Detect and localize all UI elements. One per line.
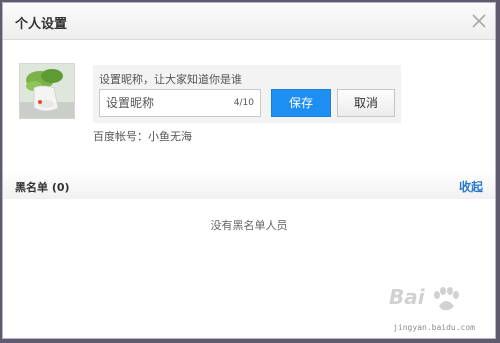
nickname-panel: 设置昵称，让大家知道你是谁 4/10 保存 取消 bbox=[93, 65, 401, 123]
account-value: 小鱼无海 bbox=[148, 130, 192, 143]
save-button[interactable]: 保存 bbox=[271, 89, 331, 117]
dialog-title: 个人设置 bbox=[15, 17, 68, 32]
blacklist-empty-message: 没有黑名单人员 bbox=[210, 219, 288, 232]
collapse-link[interactable]: 收起 bbox=[459, 178, 483, 195]
blacklist-title: 黑名单 (0) bbox=[15, 181, 70, 194]
nickname-hint: 设置昵称，让大家知道你是谁 bbox=[99, 73, 242, 86]
dialog-header: 个人设置 bbox=[3, 3, 495, 40]
cancel-button[interactable]: 取消 bbox=[337, 89, 395, 117]
char-count: 4/10 bbox=[233, 98, 254, 108]
baidu-jingyan-logo: Bai bbox=[387, 278, 483, 324]
nickname-input[interactable] bbox=[100, 90, 236, 116]
account-info: 百度帐号：小鱼无海 bbox=[93, 128, 192, 144]
watermark-text: jingyan.baidu.com bbox=[393, 323, 475, 332]
blacklist-header: 黑名单 (0) 收起 bbox=[3, 171, 495, 199]
close-icon[interactable] bbox=[471, 13, 487, 29]
svg-text:Bai: Bai bbox=[389, 285, 426, 309]
account-label: 百度帐号： bbox=[93, 130, 148, 143]
settings-dialog: 个人设置 设置昵称，让大家知道你是谁 4/10 保存 取消 百度 bbox=[2, 2, 496, 339]
nickname-field-wrapper: 4/10 bbox=[99, 89, 261, 117]
avatar[interactable] bbox=[19, 63, 75, 119]
